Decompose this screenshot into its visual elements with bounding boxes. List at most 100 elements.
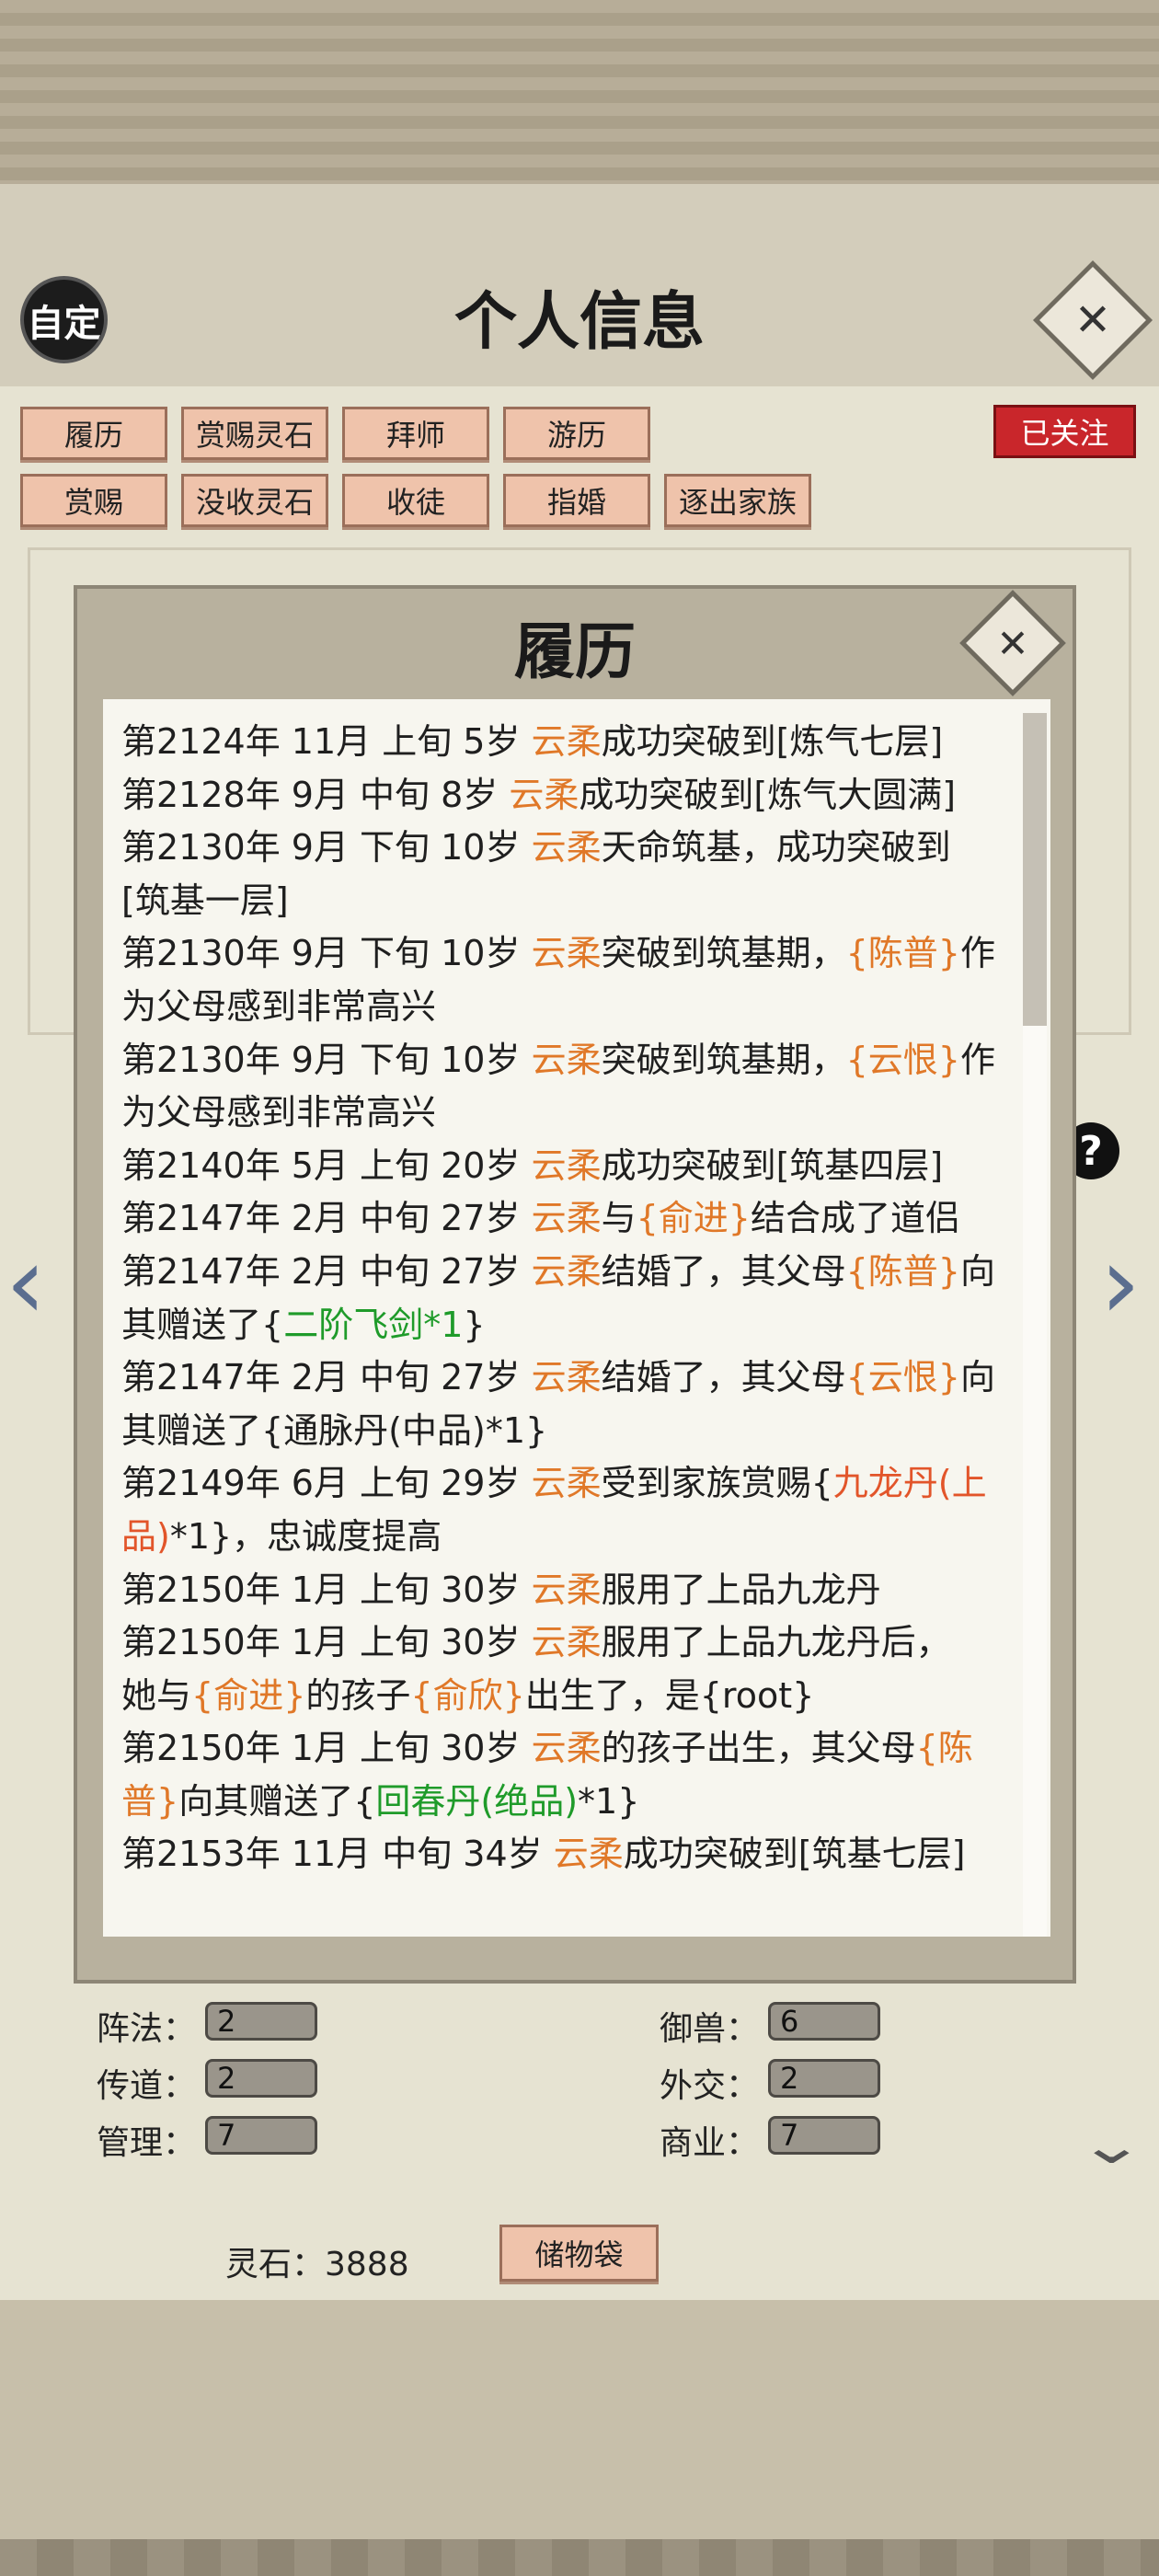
log-highlight: 普} xyxy=(121,1780,179,1822)
log-text-segment: 的孩子 xyxy=(305,1674,411,1716)
log-text-segment: 第2128年 9月 中旬 8岁 xyxy=(121,774,510,815)
log-highlight: 云柔 xyxy=(531,1357,602,1398)
log-line: 第2150年 1月 上旬 30岁 云柔服用了上品九龙丹 xyxy=(121,1564,1004,1617)
action-button-reward-stone[interactable]: 赏赐灵石 xyxy=(181,407,328,460)
log-text-segment: 结婚了，其父母 xyxy=(601,1357,846,1398)
log-line: 第2140年 5月 上旬 20岁 云柔成功突破到[筑基四层] xyxy=(121,1140,1004,1193)
log-text-segment: 成功突破到[炼气七层] xyxy=(601,721,944,762)
action-button-resume[interactable]: 履历 xyxy=(20,407,167,460)
log-highlight: {云恨} xyxy=(845,1357,960,1398)
log-text-segment: 与 xyxy=(601,1198,637,1239)
stat-label-management: 管理： xyxy=(97,2124,197,2162)
resume-log[interactable]: 第2124年 11月 上旬 5岁 云柔 成功突破到[炼气七层] 第2128年 9月 … xyxy=(103,699,1050,1937)
log-highlight: {俞进} xyxy=(191,1674,306,1716)
log-text-segment: 作 xyxy=(959,1039,995,1080)
log-text-segment: 服用了上品九龙丹 xyxy=(601,1569,881,1610)
log-text-segment: 作 xyxy=(959,933,995,974)
storage-bag-button[interactable]: 储物袋 xyxy=(499,2225,659,2282)
log-text-segment: 结婚了，其父母 xyxy=(601,1250,846,1292)
scrollbar-thumb[interactable] xyxy=(1023,713,1047,1026)
log-text-segment: 第2150年 1月 上旬 30岁 xyxy=(121,1728,532,1769)
action-button-confiscate-stone[interactable]: 没收灵石 xyxy=(181,474,328,527)
log-text-segment: 第2140年 5月 上旬 20岁 xyxy=(121,1144,532,1186)
log-line: 第2147年 2月 中旬 27岁 云柔结婚了，其父母{云恨}向 xyxy=(121,1351,1004,1405)
log-text-segment: *1}，忠诚度提高 xyxy=(169,1515,442,1557)
log-highlight: 云柔 xyxy=(531,1728,602,1769)
log-text-segment: 服用了上品九龙丹后， xyxy=(601,1622,951,1663)
close-icon: ✕ xyxy=(996,620,1029,666)
log-text-segment: 为父母感到非常高兴 xyxy=(121,1092,437,1133)
action-button-travel[interactable]: 游历 xyxy=(503,407,650,460)
log-text-segment: 成功突破到[筑基四层] xyxy=(601,1144,944,1186)
log-highlight: 云柔 xyxy=(531,933,602,974)
log-text-segment: 第2147年 2月 中旬 27岁 xyxy=(121,1198,532,1239)
log-line: 其赠送了{通脉丹(中品)*1} xyxy=(121,1405,1004,1458)
log-highlight: 云柔 xyxy=(531,1463,602,1504)
log-text-segment: 第2130年 9月 下旬 10岁 xyxy=(121,933,532,974)
log-line: 第2150年 1月 上旬 30岁 云柔的孩子出生，其父母{陈 xyxy=(121,1722,1004,1776)
log-text-segment: 第2130年 9月 下旬 10岁 xyxy=(121,827,532,868)
log-highlight: {云恨} xyxy=(845,1039,960,1080)
log-highlight: 回春丹(绝品) xyxy=(375,1780,579,1822)
stat-value-formation: 2 xyxy=(205,2002,317,2041)
log-line: 第2130年 9月 下旬 10岁 云柔突破到筑基期，{陈普}作 xyxy=(121,927,1004,981)
modal-title: 履历 xyxy=(514,615,636,687)
log-highlight: 云柔 xyxy=(531,1569,602,1610)
log-line: [筑基一层] xyxy=(121,875,1004,928)
log-line: 第2147年 2月 中旬 27岁 云柔与{俞进}结合成了道侣 xyxy=(121,1192,1004,1246)
log-line: 为父母感到非常高兴 xyxy=(121,1087,1004,1140)
log-highlight: 云柔 xyxy=(531,827,602,868)
stat-value-commerce: 7 xyxy=(768,2116,880,2155)
log-highlight: {陈普} xyxy=(845,1250,960,1292)
prev-arrow-icon[interactable]: ‹ xyxy=(6,1224,46,1341)
log-highlight: 云柔 xyxy=(531,1250,602,1292)
action-button-reward[interactable]: 赏赐 xyxy=(20,474,167,527)
log-text-segment: [筑基一层] xyxy=(121,880,289,921)
custom-button[interactable]: 自定 xyxy=(20,276,108,363)
action-button-take-disciple[interactable]: 收徒 xyxy=(342,474,489,527)
log-text-segment: 成功突破到[炼气大圆满] xyxy=(579,774,957,815)
log-highlight: 品) xyxy=(121,1515,170,1557)
log-text-segment: 向其赠送了{ xyxy=(178,1780,376,1822)
expand-chevron-icon[interactable]: ⌄ xyxy=(1077,2116,1146,2176)
log-text-segment: 第2150年 1月 上旬 30岁 xyxy=(121,1569,532,1610)
log-text-segment: 向 xyxy=(959,1357,995,1398)
log-highlight: 二阶飞剑*1 xyxy=(283,1304,464,1345)
stat-label-diplomacy: 外交： xyxy=(660,2067,760,2105)
log-line: 她与{俞进}的孩子{俞欣}出生了，是{root} xyxy=(121,1670,1004,1723)
log-highlight: 云柔 xyxy=(553,1834,624,1875)
log-highlight: {俞欣} xyxy=(410,1674,525,1716)
bottom-band xyxy=(0,2300,1159,2576)
log-text-segment: 其赠送了{ xyxy=(121,1304,284,1345)
log-line: 其赠送了{二阶飞剑*1} xyxy=(121,1299,1004,1352)
log-text-segment: 她与 xyxy=(121,1674,192,1716)
log-text-segment: 第2153年 11月 中旬 34岁 xyxy=(121,1834,554,1875)
followed-badge[interactable]: 已关注 xyxy=(993,405,1136,458)
stat-label-teaching: 传道： xyxy=(97,2067,197,2105)
close-icon: ✕ xyxy=(1073,294,1112,346)
log-line: 品)*1}，忠诚度提高 xyxy=(121,1511,1004,1564)
log-highlight: 云柔 xyxy=(531,1622,602,1663)
next-arrow-icon[interactable]: › xyxy=(1100,1224,1141,1341)
log-text-segment: 受到家族赏赐{ xyxy=(601,1463,833,1504)
log-text-segment: 第2147年 2月 中旬 27岁 xyxy=(121,1250,532,1292)
log-text-segment: 突破到筑基期， xyxy=(601,933,846,974)
action-button-arrange-marriage[interactable]: 指婚 xyxy=(503,474,650,527)
log-line: 第2153年 11月 中旬 34岁 云柔成功突破到[筑基七层] xyxy=(121,1828,1004,1881)
log-text-segment: 出生了，是{root} xyxy=(524,1674,815,1716)
resume-log-text: 第2124年 11月 上旬 5岁 云柔 成功突破到[炼气七层] 第2128年 9月 … xyxy=(121,716,1004,1881)
action-button-expel[interactable]: 逐出家族 xyxy=(664,474,811,527)
bottom-decor-strip xyxy=(0,2539,1159,2576)
stat-label-beast-taming: 御兽： xyxy=(660,2010,760,2048)
log-text-segment: 第2124年 11月 上旬 5岁 xyxy=(121,721,532,762)
log-text-segment: } xyxy=(463,1304,486,1345)
stat-value-management: 7 xyxy=(205,2116,317,2155)
log-text-segment: *1} xyxy=(578,1780,640,1822)
log-text-segment: 天命筑基，成功突破到 xyxy=(601,827,951,868)
action-button-apprentice[interactable]: 拜师 xyxy=(342,407,489,460)
log-line: 第2130年 9月 下旬 10岁 云柔突破到筑基期，{云恨}作 xyxy=(121,1034,1004,1087)
log-line: 第2149年 6月 上旬 29岁 云柔受到家族赏赐{九龙丹(上 xyxy=(121,1457,1004,1511)
log-text-segment: 第2150年 1月 上旬 30岁 xyxy=(121,1622,532,1663)
stat-value-beast-taming: 6 xyxy=(768,2002,880,2041)
page-title: 个人信息 xyxy=(453,285,705,359)
